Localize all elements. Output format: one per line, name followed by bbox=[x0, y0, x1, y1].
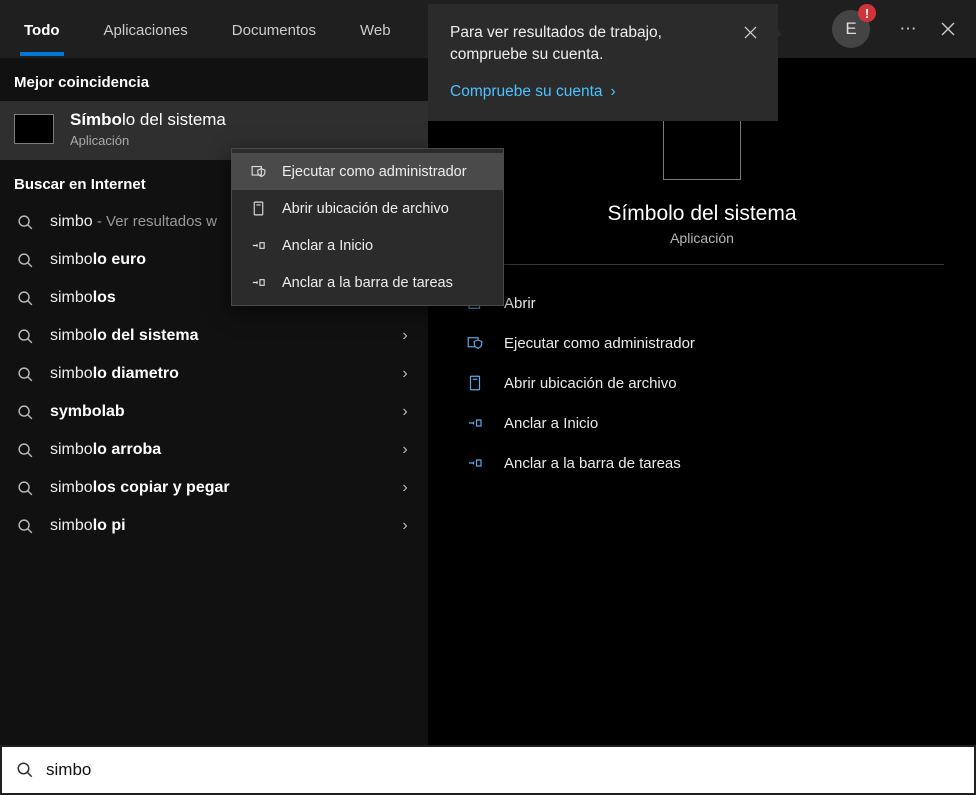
account-check-flyout: Para ver resultados de trabajo, comprueb… bbox=[428, 4, 778, 121]
ctx-run-admin[interactable]: Ejecutar como administrador bbox=[232, 153, 503, 190]
folder-location-icon bbox=[248, 200, 268, 217]
suggestion-text: simbolo arroba bbox=[50, 441, 382, 459]
flyout-close-button[interactable] bbox=[736, 18, 764, 46]
chevron-right-icon: › bbox=[396, 479, 414, 497]
search-icon bbox=[14, 518, 36, 535]
suggestion-item[interactable]: simbolo del sistema › bbox=[0, 317, 428, 355]
action-open[interactable]: Abrir bbox=[460, 283, 944, 323]
folder-location-icon bbox=[464, 374, 486, 392]
pin-taskbar-icon bbox=[248, 274, 268, 291]
search-icon bbox=[14, 404, 36, 421]
search-icon bbox=[14, 366, 36, 383]
close-icon bbox=[744, 26, 757, 39]
suggestion-item[interactable]: simbolo pi › bbox=[0, 507, 428, 545]
tab-web[interactable]: Web bbox=[354, 4, 397, 55]
chevron-right-icon: › bbox=[396, 517, 414, 535]
ctx-pin-taskbar[interactable]: Anclar a la barra de tareas bbox=[232, 264, 503, 301]
flyout-check-account-link[interactable]: Compruebe su cuenta › bbox=[450, 83, 616, 101]
alert-badge-icon: ! bbox=[858, 4, 876, 22]
chevron-right-icon: › bbox=[396, 327, 414, 345]
detail-subtitle: Aplicación bbox=[670, 230, 734, 246]
suggestion-item[interactable]: simbolos copiar y pegar › bbox=[0, 469, 428, 507]
search-icon bbox=[14, 214, 36, 231]
action-label: Abrir ubicación de archivo bbox=[504, 375, 677, 392]
suggestion-text: symbolab bbox=[50, 403, 382, 421]
best-match-title: Símbolo del sistema bbox=[70, 109, 226, 131]
ctx-pin-start[interactable]: Anclar a Inicio bbox=[232, 227, 503, 264]
cmd-prompt-icon bbox=[663, 118, 741, 180]
ctx-open-location[interactable]: Abrir ubicación de archivo bbox=[232, 190, 503, 227]
search-icon bbox=[16, 761, 34, 779]
search-icon bbox=[14, 290, 36, 307]
scope-tabs: Todo Aplicaciones Documentos Web M bbox=[18, 4, 453, 55]
search-icon bbox=[14, 328, 36, 345]
chevron-right-icon: › bbox=[396, 365, 414, 383]
pin-start-icon bbox=[464, 414, 486, 432]
close-button[interactable] bbox=[928, 9, 968, 49]
chevron-right-icon: › bbox=[611, 83, 616, 101]
suggestion-text: simbolo diametro bbox=[50, 365, 382, 383]
section-best-match: Mejor coincidencia bbox=[0, 58, 428, 101]
action-label: Anclar a la barra de tareas bbox=[504, 455, 681, 472]
pin-start-icon bbox=[248, 237, 268, 254]
account-button[interactable]: E ! bbox=[832, 10, 870, 48]
search-bar[interactable] bbox=[2, 747, 974, 793]
search-icon bbox=[14, 442, 36, 459]
action-open-location[interactable]: Abrir ubicación de archivo bbox=[460, 363, 944, 403]
ctx-label: Anclar a la barra de tareas bbox=[282, 275, 453, 291]
cmd-prompt-icon bbox=[14, 114, 54, 144]
suggestion-text: simbolos copiar y pegar bbox=[50, 479, 382, 497]
ctx-label: Anclar a Inicio bbox=[282, 238, 373, 254]
ctx-label: Abrir ubicación de archivo bbox=[282, 201, 449, 217]
suggestion-item[interactable]: simbolo arroba › bbox=[0, 431, 428, 469]
pin-taskbar-icon bbox=[464, 454, 486, 472]
action-pin-taskbar[interactable]: Anclar a la barra de tareas bbox=[460, 443, 944, 483]
detail-actions: Abrir Ejecutar como administrador Abrir … bbox=[460, 265, 944, 483]
flyout-message: Para ver resultados de trabajo, comprueb… bbox=[450, 22, 728, 65]
context-menu: Ejecutar como administrador Abrir ubicac… bbox=[231, 148, 504, 306]
search-input[interactable] bbox=[46, 760, 960, 780]
ellipsis-icon: ⋯ bbox=[900, 19, 917, 39]
tab-all[interactable]: Todo bbox=[18, 4, 66, 55]
chevron-right-icon: › bbox=[396, 441, 414, 459]
suggestion-text: simbolo pi bbox=[50, 517, 382, 535]
suggestion-item[interactable]: symbolab › bbox=[0, 393, 428, 431]
ctx-label: Ejecutar como administrador bbox=[282, 164, 467, 180]
detail-pane: Símbolo del sistema Aplicación Abrir Eje… bbox=[428, 58, 976, 745]
close-icon bbox=[941, 22, 955, 36]
best-match-subtitle: Aplicación bbox=[70, 133, 226, 148]
chevron-right-icon: › bbox=[396, 403, 414, 421]
action-run-admin[interactable]: Ejecutar como administrador bbox=[460, 323, 944, 363]
shield-admin-icon bbox=[464, 334, 486, 352]
search-icon bbox=[14, 252, 36, 269]
tab-docs[interactable]: Documentos bbox=[226, 4, 322, 55]
suggestion-item[interactable]: simbolo diametro › bbox=[0, 355, 428, 393]
action-label: Anclar a Inicio bbox=[504, 415, 598, 432]
shield-admin-icon bbox=[248, 163, 268, 180]
more-options-button[interactable]: ⋯ bbox=[888, 9, 928, 49]
search-icon bbox=[14, 480, 36, 497]
suggestion-text: simbolo del sistema bbox=[50, 327, 382, 345]
action-label: Abrir bbox=[504, 295, 536, 312]
detail-title: Símbolo del sistema bbox=[607, 202, 796, 226]
tab-apps[interactable]: Aplicaciones bbox=[98, 4, 194, 55]
action-pin-start[interactable]: Anclar a Inicio bbox=[460, 403, 944, 443]
action-label: Ejecutar como administrador bbox=[504, 335, 695, 352]
